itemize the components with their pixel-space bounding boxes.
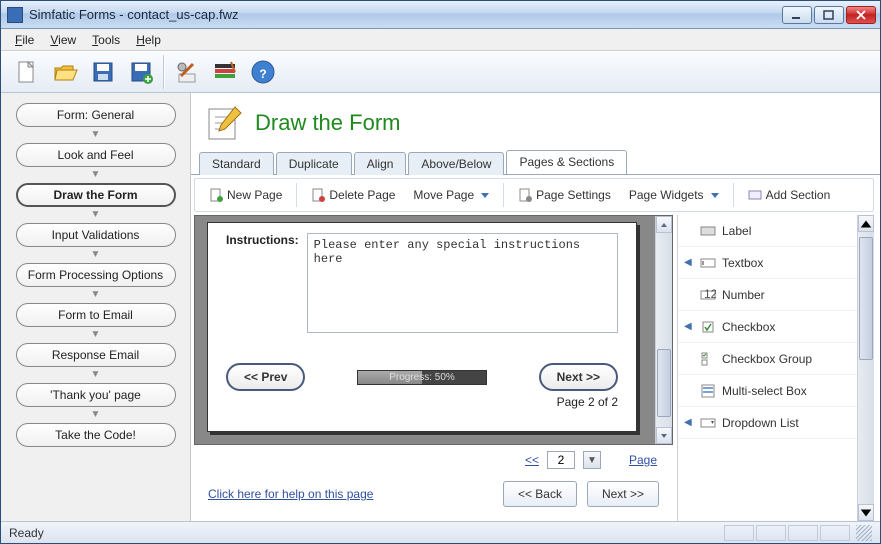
arrow-icon: ▼	[91, 210, 101, 220]
app-window: Simfatic Forms - contact_us-cap.fwz File…	[0, 0, 881, 544]
pager-row: << ▼ Page	[194, 447, 673, 473]
palette-label[interactable]: Label	[678, 215, 857, 247]
instructions-label: Instructions:	[226, 233, 299, 333]
back-button[interactable]: << Back	[503, 481, 577, 507]
tab-pages-sections[interactable]: Pages & Sections	[506, 150, 627, 174]
pager-input[interactable]	[547, 451, 575, 469]
step-form-general[interactable]: Form: General	[16, 103, 176, 127]
step-form-processing-options[interactable]: Form Processing Options	[16, 263, 176, 287]
footer-row: Click here for help on this page << Back…	[194, 473, 673, 515]
window-title: Simfatic Forms - contact_us-cap.fwz	[29, 7, 782, 22]
arrow-icon: ▼	[91, 250, 101, 260]
save-button[interactable]	[85, 54, 121, 90]
dropdown-arrow-icon	[711, 193, 719, 198]
step-take-the-code[interactable]: Take the Code!	[16, 423, 176, 447]
palette-dropdown[interactable]: ◀Dropdown List	[678, 407, 857, 439]
main-area: Form: General ▼ Look and Feel ▼ Draw the…	[1, 93, 880, 521]
wizard-sidebar: Form: General ▼ Look and Feel ▼ Draw the…	[1, 93, 191, 521]
main-toolbar: ?	[1, 51, 880, 93]
content-pane: Draw the Form Standard Duplicate Align A…	[191, 93, 880, 521]
scroll-up-button[interactable]	[858, 215, 874, 232]
step-thank-you-page[interactable]: 'Thank you' page	[16, 383, 176, 407]
page-widgets-button[interactable]: Page Widgets	[621, 185, 727, 205]
canvas-wrap: Instructions: << Prev Progress: 50%	[191, 215, 880, 521]
form-prev-button[interactable]: << Prev	[226, 363, 305, 391]
form-next-button[interactable]: Next >>	[539, 363, 618, 391]
tab-duplicate[interactable]: Duplicate	[276, 152, 352, 175]
design-vertical-scrollbar[interactable]	[655, 216, 672, 444]
tab-standard[interactable]: Standard	[199, 152, 274, 175]
arrow-icon: ▼	[91, 410, 101, 420]
form-page-preview[interactable]: Instructions: << Prev Progress: 50%	[207, 222, 637, 432]
design-frame: Instructions: << Prev Progress: 50%	[194, 215, 673, 445]
new-file-button[interactable]	[9, 54, 45, 90]
status-text: Ready	[9, 526, 44, 540]
settings-button[interactable]	[169, 54, 205, 90]
scroll-down-button[interactable]	[656, 427, 672, 444]
page-header: Draw the Form	[191, 93, 880, 149]
dropdown-arrow-icon	[481, 193, 489, 198]
help-button[interactable]: ?	[245, 54, 281, 90]
progress-bar: Progress: 50%	[357, 370, 487, 385]
scroll-down-button[interactable]	[858, 504, 874, 521]
titlebar: Simfatic Forms - contact_us-cap.fwz	[1, 1, 880, 29]
palette-number[interactable]: 123Number	[678, 279, 857, 311]
scroll-up-button[interactable]	[656, 216, 672, 233]
arrow-icon: ▼	[91, 130, 101, 140]
palette-checkbox-group[interactable]: Checkbox Group	[678, 343, 857, 375]
arrow-icon: ▼	[91, 170, 101, 180]
delete-page-button[interactable]: Delete Page	[303, 185, 403, 205]
svg-text:?: ?	[259, 67, 266, 81]
menu-view[interactable]: View	[44, 31, 82, 49]
arrow-icon: ▼	[91, 330, 101, 340]
status-bar: Ready	[1, 521, 880, 543]
arrow-icon: ▼	[91, 370, 101, 380]
step-input-validations[interactable]: Input Validations	[16, 223, 176, 247]
palette-checkbox[interactable]: ◀Checkbox	[678, 311, 857, 343]
pager-prev[interactable]: <<	[525, 453, 539, 467]
tab-row: Standard Duplicate Align Above/Below Pag…	[191, 149, 880, 175]
draw-form-icon	[205, 103, 245, 143]
pager-page-link[interactable]: Page	[629, 453, 657, 467]
minimize-button[interactable]	[782, 6, 812, 24]
save-as-button[interactable]	[123, 54, 159, 90]
move-page-button[interactable]: Move Page	[405, 185, 497, 205]
palette-vertical-scrollbar[interactable]	[857, 215, 874, 521]
arrow-icon: ▼	[91, 290, 101, 300]
palette-textbox[interactable]: ◀Textbox	[678, 247, 857, 279]
sub-toolbar: New Page Delete Page Move Page Page Sett…	[194, 178, 874, 212]
add-section-button[interactable]: Add Section	[740, 185, 839, 205]
close-button[interactable]	[846, 6, 876, 24]
menu-file[interactable]: File	[9, 31, 40, 49]
svg-text:123: 123	[704, 287, 716, 301]
open-file-button[interactable]	[47, 54, 83, 90]
design-zone: Instructions: << Prev Progress: 50%	[194, 215, 673, 521]
instructions-textarea[interactable]	[307, 233, 618, 333]
step-form-to-email[interactable]: Form to Email	[16, 303, 176, 327]
wizard-button[interactable]	[207, 54, 243, 90]
step-look-and-feel[interactable]: Look and Feel	[16, 143, 176, 167]
page-indicator: Page 2 of 2	[226, 395, 618, 409]
new-page-button[interactable]: New Page	[201, 185, 290, 205]
menubar: File View Tools Help	[1, 29, 880, 51]
step-response-email[interactable]: Response Email	[16, 343, 176, 367]
resize-grip-icon[interactable]	[856, 525, 872, 541]
tab-above-below[interactable]: Above/Below	[408, 152, 504, 175]
maximize-button[interactable]	[814, 6, 844, 24]
step-draw-the-form[interactable]: Draw the Form	[16, 183, 176, 207]
progress-label: Progress: 50%	[358, 371, 486, 384]
menu-help[interactable]: Help	[130, 31, 167, 49]
pager-dropdown[interactable]: ▼	[583, 451, 601, 469]
app-icon	[7, 7, 23, 23]
next-button[interactable]: Next >>	[587, 481, 659, 507]
widget-palette: Label ◀Textbox 123Number ◀Checkbox Check…	[677, 215, 857, 521]
help-link[interactable]: Click here for help on this page	[208, 487, 373, 501]
palette-multiselect[interactable]: Multi-select Box	[678, 375, 857, 407]
menu-tools[interactable]: Tools	[86, 31, 126, 49]
page-settings-button[interactable]: Page Settings	[510, 185, 619, 205]
page-title: Draw the Form	[255, 110, 400, 136]
tab-align[interactable]: Align	[354, 152, 407, 175]
